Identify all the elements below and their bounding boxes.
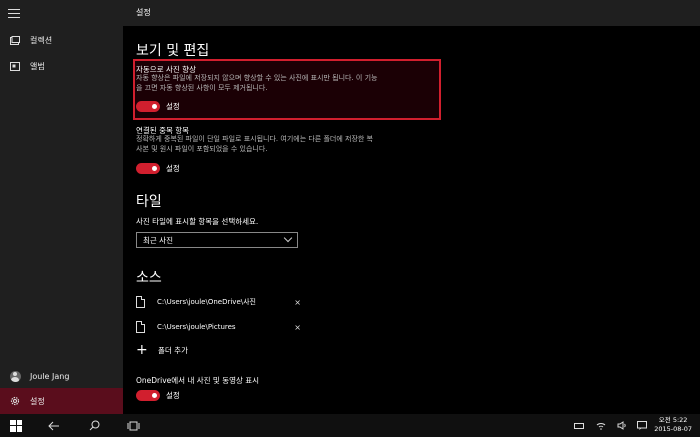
- folder-file-icon: [136, 321, 145, 333]
- sidebar-item-label: 컬렉션: [30, 35, 53, 45]
- section-heading-view-edit: 보기 및 편집: [136, 43, 210, 59]
- hamburger-icon[interactable]: [8, 9, 20, 19]
- section-heading-source: 소스: [136, 270, 162, 286]
- auto-enhance-toggle[interactable]: [136, 101, 160, 112]
- add-folder-button[interactable]: + 폴더 추가: [136, 343, 188, 357]
- add-folder-label: 폴더 추가: [158, 345, 188, 355]
- sidebar-item-user[interactable]: Joule Jang: [0, 362, 123, 390]
- sidebar-item-label: 설정: [30, 396, 45, 406]
- start-button[interactable]: [0, 414, 32, 437]
- source-folder-row: C:\Users\joule\OneDrive\사진 ×: [136, 295, 301, 309]
- remove-icon[interactable]: ×: [294, 323, 301, 332]
- desc-line: 을 끄면 자동 향상된 사항이 모두 제거됩니다.: [136, 84, 268, 92]
- toggle-label: 설정: [166, 102, 180, 111]
- album-icon: [0, 61, 30, 71]
- onedrive-toggle[interactable]: [136, 390, 160, 401]
- source-folder-row: C:\Users\joule\Pictures ×: [136, 320, 301, 334]
- avatar: [9, 370, 21, 382]
- tray-device-icon[interactable]: [571, 414, 587, 437]
- notification-icon[interactable]: [634, 414, 650, 437]
- linked-duplicates-description: 정확하게 중복된 파일이 단일 파일로 표시됩니다. 여기에는 다른 폴더에 저…: [136, 134, 436, 154]
- desc-line: 사본 및 원시 파일이 포함되었을 수 있습니다.: [136, 145, 268, 153]
- linked-duplicates-toggle[interactable]: [136, 163, 160, 174]
- source-path: C:\Users\joule\OneDrive\사진: [157, 298, 256, 306]
- settings-content: 보기 및 편집 자동으로 사진 향상 자동 향상은 파일에 저장되지 않으며 향…: [123, 26, 700, 414]
- task-view-button[interactable]: [119, 414, 147, 437]
- back-arrow-icon: [48, 421, 59, 430]
- toggle-label: 설정: [166, 164, 180, 173]
- header: 설정: [123, 0, 700, 26]
- sidebar-item-settings[interactable]: 설정: [0, 388, 123, 414]
- source-path: C:\Users\joule\Pictures: [157, 323, 236, 331]
- tile-dropdown[interactable]: 최근 사진: [136, 232, 298, 248]
- auto-enhance-description: 자동 향상은 파일에 저장되지 않으며 향상할 수 있는 사진에 표시만 됩니다…: [136, 73, 436, 93]
- gear-icon: [0, 396, 30, 406]
- wifi-icon[interactable]: [593, 414, 609, 437]
- onedrive-title: OneDrive에서 내 사진 및 동영상 표시: [136, 376, 260, 385]
- dropdown-value: 최근 사진: [143, 235, 173, 245]
- plus-icon: +: [136, 342, 148, 358]
- desc-line: 자동 향상은 파일에 저장되지 않으며 향상할 수 있는 사진에 표시만 됩니다…: [136, 74, 378, 82]
- back-button[interactable]: [40, 414, 68, 437]
- user-name: Joule Jang: [30, 371, 70, 381]
- auto-enhance-toggle-row: 설정: [136, 101, 180, 112]
- chevron-down-icon: [283, 233, 293, 243]
- linked-duplicates-toggle-row: 설정: [136, 163, 180, 174]
- collection-icon: [0, 35, 30, 45]
- search-button[interactable]: [80, 414, 108, 437]
- onedrive-toggle-row: 설정: [136, 390, 180, 401]
- sidebar: 컬렉션 앨범 Joule Jang 설정: [0, 0, 123, 414]
- sidebar-item-label: 앨범: [30, 61, 45, 71]
- search-icon: [89, 420, 99, 431]
- taskbar: 오전 5:22 2015-08-07: [0, 414, 700, 437]
- remove-icon[interactable]: ×: [294, 298, 301, 307]
- clock-date: 2015-08-07: [654, 425, 692, 433]
- section-heading-tile: 타일: [136, 194, 162, 210]
- windows-icon: [10, 419, 22, 432]
- clock[interactable]: 오전 5:22 2015-08-07: [654, 416, 692, 434]
- volume-icon[interactable]: [614, 414, 630, 437]
- desc-line: 정확하게 중복된 파일이 단일 파일로 표시됩니다. 여기에는 다른 폴더에 저…: [136, 135, 373, 143]
- tile-prompt: 사진 타일에 표시할 항목을 선택하세요.: [136, 217, 259, 226]
- toggle-label: 설정: [166, 391, 180, 400]
- clock-time: 오전 5:22: [658, 416, 688, 424]
- folder-file-icon: [136, 296, 145, 308]
- page-title: 설정: [136, 8, 151, 17]
- sidebar-item-collection[interactable]: 컬렉션: [0, 26, 123, 54]
- sidebar-item-album[interactable]: 앨범: [0, 52, 123, 80]
- task-view-icon: [127, 421, 139, 430]
